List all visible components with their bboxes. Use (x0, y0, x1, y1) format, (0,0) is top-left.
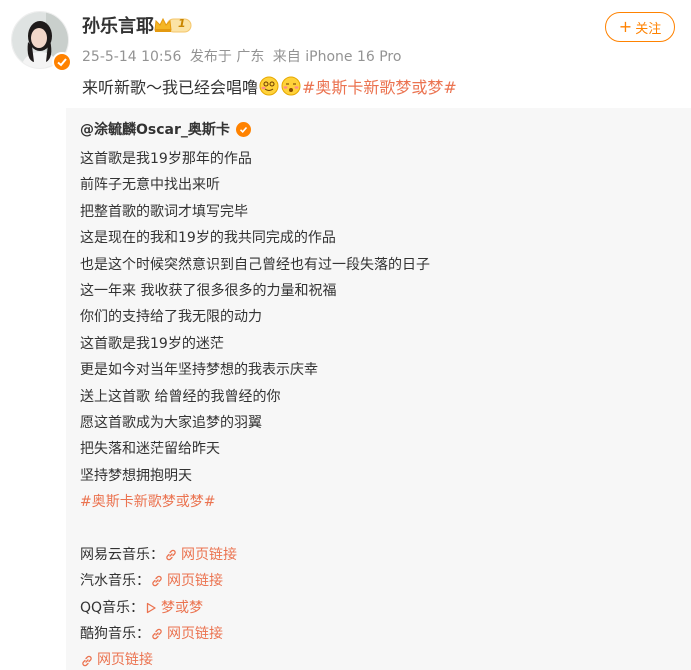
vip-crown-icon[interactable]: 1 (153, 16, 193, 34)
repost-author: @涂毓麟Oscar_奥斯卡 (80, 119, 251, 139)
link-text: 网页链接 (167, 573, 223, 590)
plus-icon: + (618, 17, 633, 36)
link-label: 酷狗音乐： (80, 626, 150, 643)
link-icon (152, 576, 162, 587)
user-name[interactable]: 孙乐言耶 (82, 12, 154, 38)
post-text: 来听新歌～我已经会唱噜 #奥斯卡新歌梦或梦# (82, 74, 457, 98)
repost-line: 这是现在的我和19岁的我共同完成的作品 (80, 230, 336, 247)
shy-face-emoji-icon (281, 76, 301, 96)
play-icon (146, 602, 156, 613)
link-label: QQ音乐： (80, 599, 145, 616)
post-hashtag-link[interactable]: #奥斯卡新歌梦或梦# (302, 74, 457, 98)
link-label: 汽水音乐： (80, 573, 150, 590)
repost-line: 把整首歌的歌词才填写完毕 (80, 203, 248, 220)
link-text: 梦或梦 (161, 599, 204, 616)
repost-line: 也是这个时候突然意识到自己曾经也有过一段失落的日子 (80, 256, 430, 273)
post-header: 孙乐言耶 1 25-5-14 10:56 发布于 广东 来自 iPhone 16… (0, 0, 691, 110)
link-icon (82, 655, 92, 666)
post-device: 来自 iPhone 16 Pro (272, 49, 402, 65)
repost-hashtag-link[interactable]: #奥斯卡新歌梦或梦# (80, 494, 215, 510)
follow-label: 关注 (635, 21, 662, 37)
music-link-netease: 网易云音乐： 网页链接 (80, 542, 430, 568)
web-link[interactable]: 网页链接 (150, 621, 223, 647)
repost-line: 送上这首歌 给曾经的我曾经的你 (80, 388, 281, 405)
link-text: 网页链接 (167, 626, 223, 643)
link-text: 网页链接 (97, 652, 153, 669)
verified-badge-icon (52, 52, 72, 72)
avatar[interactable] (11, 11, 72, 72)
link-label: 网易云音乐： (80, 546, 164, 563)
repost-line: 你们的支持给了我无限的动力 (80, 309, 262, 326)
music-link-qq: QQ音乐： 梦或梦 (80, 595, 430, 621)
verified-badge-icon (235, 121, 251, 137)
repost-line: 愿这首歌成为大家追梦的羽翼 (80, 414, 262, 431)
post-date[interactable]: 25-5-14 10:56 (82, 49, 181, 65)
repost-line: 前阵子无意中找出来听 (80, 177, 220, 194)
repost-line: 更是如今对当年坚持梦想的我表示庆幸 (80, 362, 318, 379)
post-meta: 25-5-14 10:56 发布于 广东 来自 iPhone 16 Pro (82, 46, 405, 66)
web-link[interactable]: 网页链接 (150, 568, 223, 594)
music-link-kugou: 酷狗音乐： 网页链接 (80, 621, 430, 647)
repost-line: 这一年来 我收获了很多很多的力量和祝福 (80, 282, 337, 299)
music-link-qishui: 汽水音乐： 网页链接 (80, 568, 430, 594)
song-link[interactable]: 梦或梦 (144, 595, 203, 621)
repost-line: 这首歌是我19岁那年的作品 (80, 151, 252, 167)
web-link[interactable]: 网页链接 (164, 542, 237, 568)
repost-author-name[interactable]: @涂毓麟Oscar_奥斯卡 (80, 119, 230, 139)
repost-line: 这首歌是我19岁的迷茫 (80, 335, 224, 352)
vip-level: 1 (178, 17, 186, 30)
link-text: 网页链接 (181, 546, 237, 563)
web-link[interactable]: 网页链接 (80, 647, 153, 670)
dizzy-face-emoji-icon (259, 76, 279, 96)
repost-line: 把失落和迷茫留给昨天 (80, 441, 220, 458)
post-location: 发布于 广东 (189, 49, 265, 65)
repost-line: 坚持梦想拥抱明天 (80, 467, 192, 484)
link-icon (152, 629, 162, 640)
repost-body: 这首歌是我19岁那年的作品 前阵子无意中找出来听 把整首歌的歌词才填写完毕 这是… (80, 146, 430, 670)
follow-button[interactable]: + 关注 (605, 12, 675, 42)
reposted-content: @涂毓麟Oscar_奥斯卡 这首歌是我19岁那年的作品 前阵子无意中找出来听 把… (66, 108, 691, 670)
post-text-body: 来听新歌～我已经会唱噜 (82, 78, 259, 97)
repost-hashtag-line: #奥斯卡新歌梦或梦# (80, 489, 430, 515)
link-icon (166, 549, 176, 561)
music-link-extra: 网页链接 (80, 647, 430, 670)
